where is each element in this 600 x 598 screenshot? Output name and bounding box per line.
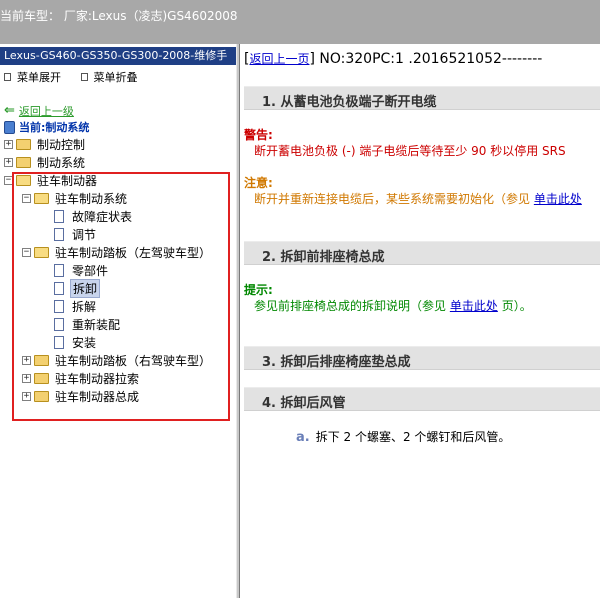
folder-icon bbox=[16, 138, 31, 150]
title-bar: 当前车型： 厂家:Lexus（凌志)GS4602008 bbox=[0, 0, 600, 44]
back-up-level-label: 返回上一级 bbox=[18, 105, 74, 118]
hint-suffix: 页）。 bbox=[501, 299, 532, 313]
tree-item-parts[interactable]: 零部件 bbox=[54, 261, 110, 279]
folder-icon bbox=[34, 390, 49, 402]
note-label: 注意: bbox=[244, 176, 273, 190]
step-a: a. 拆下 2 个螺塞、2 个螺钉和后风管。 bbox=[296, 428, 510, 445]
section-1-title: 1. 从蓄电池负极端子断开电缆 bbox=[262, 95, 437, 110]
navigation-pane: Lexus-GS460-GS350-GS300-2008-维修手 菜单展开 菜单… bbox=[0, 44, 238, 598]
section-4-title: 4. 拆卸后风管 bbox=[262, 396, 346, 411]
collapse-menu-label: 菜单折叠 bbox=[93, 71, 138, 84]
step-a-letter: a. bbox=[296, 430, 310, 445]
tree-item-removal[interactable]: 拆卸 bbox=[54, 278, 101, 298]
hint-label: 提示: bbox=[244, 283, 273, 297]
doc-header: [返回上一页] NO:320PC:1 .2016521052-------- bbox=[244, 50, 542, 67]
folder-icon bbox=[34, 354, 49, 366]
tree-label: 驻车制动器拉索 bbox=[55, 371, 140, 386]
document-icon bbox=[54, 209, 64, 223]
tree-label: 调节 bbox=[72, 227, 97, 242]
tree-label: 故障症状表 bbox=[72, 209, 133, 224]
expand-plus-icon[interactable]: + bbox=[22, 373, 31, 383]
section-3: 3. 拆卸后排座椅座垫总成 bbox=[244, 346, 600, 370]
open-folder-icon bbox=[34, 246, 49, 258]
hint-text: 参见前排座椅总成的拆卸说明（参见 bbox=[254, 299, 447, 313]
expand-menu-button[interactable]: 菜单展开 bbox=[4, 69, 61, 85]
hint-text-line: 参见前排座椅总成的拆卸说明（参见 单击此处 页）。 bbox=[254, 297, 532, 314]
step-a-text: 拆下 2 个螺塞、2 个螺钉和后风管。 bbox=[315, 430, 511, 444]
document-icon bbox=[54, 227, 64, 241]
current-model-label: 当前车型： 厂家:Lexus（凌志)GS4602008 bbox=[0, 9, 238, 23]
computer-icon bbox=[4, 120, 15, 134]
tree-label: 重新装配 bbox=[72, 317, 121, 332]
tree-item-cable[interactable]: + 驻车制动器拉索 bbox=[22, 369, 141, 387]
section-2: 2. 拆卸前排座椅总成 bbox=[244, 241, 600, 265]
warning-text: 断开蓄电池负极 (-) 端子电缆后等待至少 90 秒以停用 SRS bbox=[254, 144, 566, 158]
current-location-label: 当前:制动系统 bbox=[19, 121, 90, 134]
document-icon bbox=[54, 281, 64, 295]
document-icon bbox=[54, 335, 64, 349]
section-2-title: 2. 拆卸前排座椅总成 bbox=[262, 250, 385, 265]
tree-label: 驻车制动踏板（左驾驶车型） bbox=[55, 245, 212, 260]
tree-label: 驻车制动器总成 bbox=[55, 389, 140, 404]
note-click-here-link[interactable]: 单击此处 bbox=[534, 192, 582, 206]
content-pane: [返回上一页] NO:320PC:1 .2016521052-------- 1… bbox=[240, 44, 600, 598]
tree-label: 安装 bbox=[72, 335, 97, 350]
note-text-line: 断开并重新连接电缆后，某些系统需要初始化（参见 单击此处 bbox=[254, 190, 582, 207]
tree-item-pedal-lhd[interactable]: − 驻车制动踏板（左驾驶车型） bbox=[22, 243, 213, 261]
tree-item-reassembly[interactable]: 重新装配 bbox=[54, 315, 122, 333]
tree-item-brake-system[interactable]: + 制动系统 bbox=[4, 153, 87, 171]
doc-number: NO:320PC:1 .2016521052-------- bbox=[319, 51, 543, 67]
tree-item-assembly[interactable]: + 驻车制动器总成 bbox=[22, 387, 141, 405]
document-icon bbox=[54, 317, 64, 331]
collapse-minus-icon[interactable]: − bbox=[22, 193, 31, 203]
tree-item-parking-brake-system[interactable]: − 驻车制动系统 bbox=[22, 189, 129, 207]
expand-plus-icon[interactable]: + bbox=[4, 139, 13, 149]
back-page-link[interactable]: 返回上一页 bbox=[249, 52, 309, 66]
tree-label-selected: 拆卸 bbox=[70, 278, 101, 298]
menu-actions: 菜单展开 菜单折叠 bbox=[4, 69, 154, 85]
section-3-title: 3. 拆卸后排座椅座垫总成 bbox=[262, 355, 411, 370]
tree-label: 制动控制 bbox=[37, 137, 86, 152]
expand-icon bbox=[4, 73, 11, 81]
open-folder-icon bbox=[16, 174, 31, 186]
warning-label: 警告: bbox=[244, 128, 273, 142]
expand-menu-label: 菜单展开 bbox=[17, 71, 61, 84]
expand-plus-icon[interactable]: + bbox=[22, 355, 31, 365]
tree-item-brake-control[interactable]: + 制动控制 bbox=[4, 135, 87, 153]
open-folder-icon bbox=[34, 192, 49, 204]
current-location: 当前:制动系统 bbox=[4, 119, 89, 135]
tree-label: 零部件 bbox=[72, 263, 109, 278]
section-4: 4. 拆卸后风管 bbox=[244, 387, 600, 411]
bracket-close: ] bbox=[309, 51, 315, 67]
back-arrow-icon: ⇐ bbox=[4, 103, 15, 118]
folder-icon bbox=[16, 156, 31, 168]
tree-item-parking-brake[interactable]: − 驻车制动器 bbox=[4, 171, 99, 189]
back-up-level-link[interactable]: ⇐ 返回上一级 bbox=[4, 103, 74, 119]
tree-item-adjust[interactable]: 调节 bbox=[54, 225, 98, 243]
note-text: 断开并重新连接电缆后，某些系统需要初始化（参见 bbox=[254, 192, 531, 206]
collapse-minus-icon[interactable]: − bbox=[4, 175, 13, 185]
tree-item-pedal-rhd[interactable]: + 驻车制动踏板（右驾驶车型） bbox=[22, 351, 213, 369]
tree-item-disassembly[interactable]: 拆解 bbox=[54, 297, 98, 315]
tree-label: 制动系统 bbox=[37, 155, 86, 170]
tree-label: 拆解 bbox=[72, 299, 97, 314]
collapse-menu-button[interactable]: 菜单折叠 bbox=[80, 69, 138, 85]
expand-plus-icon[interactable]: + bbox=[22, 391, 31, 401]
tree-label: 驻车制动系统 bbox=[55, 191, 128, 206]
hint-click-here-link[interactable]: 单击此处 bbox=[450, 299, 498, 313]
collapse-minus-icon[interactable]: − bbox=[22, 247, 31, 257]
tree-item-symptoms[interactable]: 故障症状表 bbox=[54, 207, 134, 225]
tree-label: 驻车制动踏板（右驾驶车型） bbox=[55, 353, 212, 368]
collapse-icon bbox=[80, 73, 88, 81]
manual-title: Lexus-GS460-GS350-GS300-2008-维修手 bbox=[0, 47, 236, 65]
document-icon bbox=[54, 299, 64, 313]
section-1: 1. 从蓄电池负极端子断开电缆 bbox=[244, 86, 600, 110]
expand-plus-icon[interactable]: + bbox=[4, 157, 13, 167]
tree-item-install[interactable]: 安装 bbox=[54, 333, 98, 351]
document-icon bbox=[54, 263, 64, 277]
folder-icon bbox=[34, 372, 49, 384]
tree-label: 驻车制动器 bbox=[37, 173, 98, 188]
